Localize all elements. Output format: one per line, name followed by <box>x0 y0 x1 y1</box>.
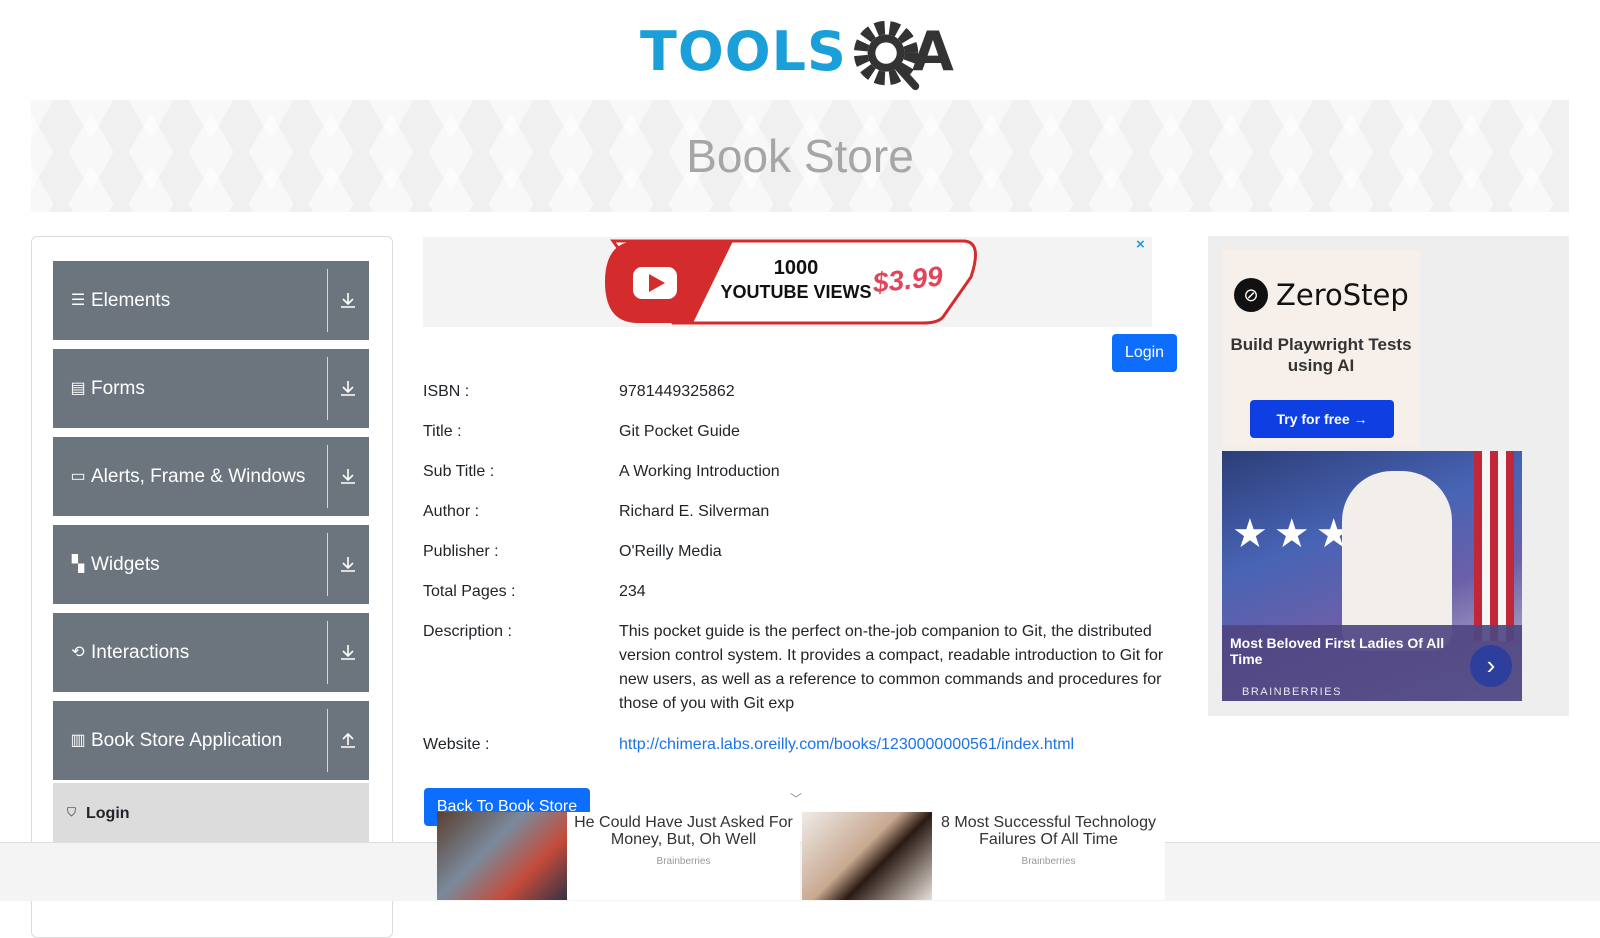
window-icon: ▭ <box>70 468 86 485</box>
widgets-icon: ▚ <box>71 556 85 573</box>
download-arrow-icon[interactable] <box>337 553 359 575</box>
divider <box>327 709 328 772</box>
bottom-ad-title: 8 Most Successful Technology Failures Of… <box>941 814 1156 848</box>
isbn-label: ISBN : <box>423 383 470 400</box>
photo-caption-bar: Most Beloved First Ladies Of All Time › … <box>1222 625 1522 701</box>
page-title: Book Store <box>686 130 914 182</box>
document-icon: ▤ <box>70 380 86 397</box>
stars-graphic: ★★★ <box>1232 512 1358 556</box>
zerostep-brand: ZeroStep <box>1276 278 1409 312</box>
title-label: Title : <box>423 423 462 440</box>
upload-arrow-icon[interactable] <box>337 729 359 751</box>
sidebar-group-label: Interactions <box>91 642 190 663</box>
ad-thumbnail-crowd <box>437 812 567 900</box>
total-pages-value: 234 <box>619 583 646 600</box>
bottom-ad-bar <box>0 842 1600 901</box>
top-advertisement[interactable]: 1000 YOUTUBE VIEWS $3.99 <box>423 237 1152 327</box>
divider <box>327 445 328 508</box>
divider <box>327 621 328 684</box>
description-label: Description : <box>423 623 512 640</box>
download-arrow-icon[interactable] <box>337 377 359 399</box>
zerostep-tagline: Build Playwright Tests using AI <box>1230 335 1412 375</box>
divider <box>327 269 328 332</box>
bottom-ad-2[interactable]: 8 Most Successful Technology Failures Of… <box>802 812 1165 900</box>
isbn-value: 9781449325862 <box>619 383 735 400</box>
zerostep-ad-card[interactable]: ⊘ ZeroStep Build Playwright Tests using … <box>1222 250 1420 447</box>
author-label: Author : <box>423 503 480 520</box>
person-photo <box>1342 471 1452 651</box>
refresh-icon: ⟲ <box>71 644 85 661</box>
menu-lines-icon: ☰ <box>70 292 86 309</box>
publisher-label: Publisher : <box>423 543 499 560</box>
login-button[interactable]: Login <box>1112 334 1177 372</box>
sponsored-photo-card[interactable]: ★★★ Most Beloved First Ladies Of All Tim… <box>1222 451 1522 701</box>
chevron-right-icon[interactable]: › <box>1470 645 1512 687</box>
sidebar-group-label: Alerts, Frame & Windows <box>91 466 306 487</box>
publisher-value: O'Reilly Media <box>619 543 722 560</box>
library-icon: ▥ <box>70 732 86 749</box>
total-pages-label: Total Pages : <box>423 583 516 600</box>
subtitle-value: A Working Introduction <box>619 463 780 480</box>
sidebar-item-label: Login <box>86 805 130 822</box>
sidebar-group-alerts[interactable]: ▭ Alerts, Frame & Windows <box>53 437 369 516</box>
page-banner: Book Store <box>31 100 1569 212</box>
try-for-free-button[interactable]: Try for free → <box>1250 400 1394 438</box>
ad-thumbnail-device <box>802 812 932 900</box>
bottom-ad-1[interactable]: He Could Have Just Asked For Money, But,… <box>437 812 800 900</box>
zerostep-logo: ⊘ ZeroStep <box>1234 278 1409 312</box>
logo-text-tail: A <box>912 20 954 83</box>
bottom-ad-source: Brainberries <box>656 856 711 867</box>
bottom-ad-title: He Could Have Just Asked For Money, But,… <box>574 814 793 848</box>
website-link[interactable]: http://chimera.labs.oreilly.com/books/12… <box>619 733 1167 757</box>
subtitle-label: Sub Title : <box>423 463 495 480</box>
html5-icon: ⛉ <box>67 805 77 819</box>
download-arrow-icon[interactable] <box>337 465 359 487</box>
photo-source: BRAINBERRIES <box>1242 686 1342 698</box>
close-ad-icon[interactable]: × <box>1136 236 1145 253</box>
title-value: Git Pocket Guide <box>619 423 740 440</box>
divider <box>327 357 328 420</box>
toolsqa-logo[interactable]: TOOLS A <box>640 14 964 94</box>
sidebar-group-label: Widgets <box>91 554 160 575</box>
sidebar-group-book-store[interactable]: ▥ Book Store Application <box>53 701 369 780</box>
ad-line-2: YOUTUBE VIEWS <box>720 282 871 302</box>
website-label: Website : <box>423 736 490 753</box>
photo-caption: Most Beloved First Ladies Of All Time <box>1230 635 1445 667</box>
author-value: Richard E. Silverman <box>619 503 770 520</box>
bottom-ad-source: Brainberries <box>1021 856 1076 867</box>
ad-line-1: 1000 <box>774 257 819 279</box>
sidebar-group-label: Book Store Application <box>91 730 283 751</box>
chevron-down-icon[interactable]: ﹀ <box>790 790 802 807</box>
sidebar-group-label: Forms <box>91 378 145 399</box>
divider <box>327 533 328 596</box>
right-advertisement[interactable]: ⊘ ZeroStep Build Playwright Tests using … <box>1208 236 1569 716</box>
sidebar-group-label: Elements <box>91 290 171 311</box>
youtube-views-ad-graphic: 1000 YOUTUBE VIEWS $3.99 <box>605 239 977 325</box>
download-arrow-icon[interactable] <box>337 641 359 663</box>
logo-text: TOOLS <box>640 20 847 83</box>
download-arrow-icon[interactable] <box>337 289 359 311</box>
sidebar-group-interactions[interactable]: ⟲ Interactions <box>53 613 369 692</box>
sidebar-group-forms[interactable]: ▤ Forms <box>53 349 369 428</box>
sidebar-group-widgets[interactable]: ▚ Widgets <box>53 525 369 604</box>
sidebar-group-elements[interactable]: ☰ Elements <box>53 261 369 340</box>
description-value: This pocket guide is the perfect on-the-… <box>619 623 1164 712</box>
flag-graphic <box>1474 451 1514 641</box>
left-sidebar: ☰ Elements ▤ Forms ▭ Alerts, Frame & Win… <box>31 236 393 938</box>
zerostep-logo-icon: ⊘ <box>1234 278 1268 312</box>
